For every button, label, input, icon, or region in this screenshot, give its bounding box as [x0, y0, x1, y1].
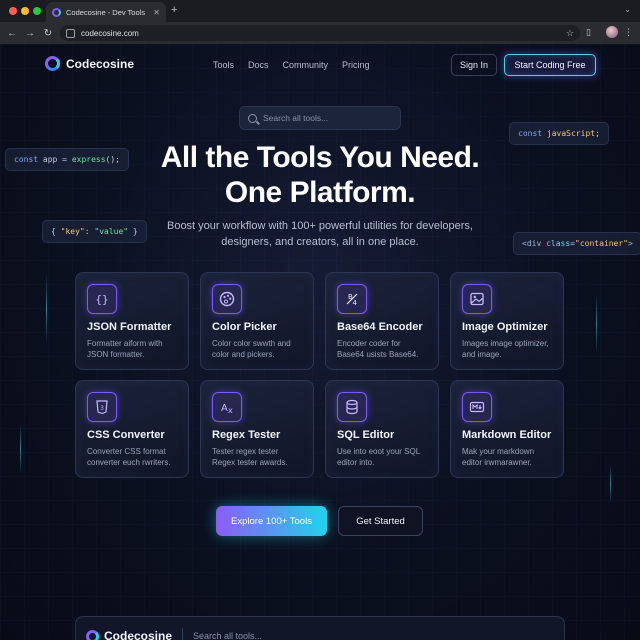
- markdown-icon: [462, 392, 492, 422]
- image-icon: [462, 284, 492, 314]
- brand-logo[interactable]: Codecosine: [45, 56, 134, 71]
- web-page: Codecosine Tools Docs Community Pricing …: [0, 44, 640, 640]
- new-tab-button[interactable]: +: [171, 4, 177, 16]
- tab-bar: Codecosine - Dev Tools ✕ + ⌄: [0, 0, 640, 22]
- glow-line: [610, 464, 611, 504]
- close-window-button[interactable]: [9, 7, 17, 15]
- tool-description: Images image optimizer, and image.: [462, 339, 549, 359]
- tool-title: CSS Converter: [87, 429, 165, 441]
- browser-tab[interactable]: Codecosine - Dev Tools ✕: [46, 2, 166, 22]
- browser-chrome: Codecosine - Dev Tools ✕ + ⌄ ← → ↻ codec…: [0, 0, 640, 44]
- search-input[interactable]: Search all tools...: [239, 106, 401, 130]
- footer-search-input[interactable]: Search all tools...: [193, 631, 262, 640]
- nav-link-docs[interactable]: Docs: [248, 60, 269, 70]
- tool-description: Mak your markdown editor irwmarawner.: [462, 447, 535, 467]
- svg-text:A: A: [221, 403, 228, 414]
- tool-description: Formatter aiform with JSON formatter.: [87, 339, 163, 359]
- glow-line: [46, 274, 47, 344]
- footer-brand-name: Codecosine: [104, 629, 173, 640]
- nav-link-tools[interactable]: Tools: [213, 60, 234, 70]
- code-snippet-json: { "key": "value" }: [42, 220, 147, 243]
- svg-text:4: 4: [353, 299, 358, 307]
- hero-title: All the Tools You Need. One Platform.: [0, 140, 640, 210]
- tab-search-chevron-icon[interactable]: ⌄: [624, 5, 631, 14]
- maximize-window-button[interactable]: [33, 7, 41, 15]
- tool-card-color-picker[interactable]: Color Picker Color color swwth and color…: [200, 272, 314, 370]
- menu-dots-icon[interactable]: ⋮: [624, 27, 633, 38]
- base64-icon: B4: [337, 284, 367, 314]
- svg-text:3: 3: [100, 405, 104, 412]
- glow-line: [596, 294, 597, 354]
- hero-title-line-1: All the Tools You Need.: [160, 141, 480, 174]
- bookmark-star-icon[interactable]: ☆: [566, 28, 574, 39]
- tools-grid: {} JSON Formatter Formatter aiform with …: [75, 272, 565, 478]
- regex-icon: Ax: [212, 392, 242, 422]
- tool-title: Color Picker: [212, 321, 277, 333]
- nav-link-community[interactable]: Community: [283, 60, 329, 70]
- tool-description: Tester regex tester Regex tester awards.: [212, 447, 288, 467]
- braces-icon: {}: [87, 284, 117, 314]
- hero-subtitle: Boost your workflow with 100+ powerful u…: [166, 220, 473, 248]
- tool-description: Use into eoot your SQL editor into.: [337, 447, 420, 467]
- sidebar-toggle-icon[interactable]: ▯: [586, 27, 591, 38]
- sign-in-button[interactable]: Sign In: [451, 54, 497, 76]
- url-text: codecosine.com: [81, 28, 139, 38]
- favicon-icon: [52, 7, 61, 17]
- tool-title: Markdown Editor: [462, 429, 552, 441]
- search-icon: [248, 113, 257, 123]
- forward-arrow-icon[interactable]: →: [21, 28, 39, 39]
- tool-card-css-converter[interactable]: 3 CSS Converter Converter CSS format con…: [75, 380, 189, 478]
- tab-title: Codecosine - Dev Tools: [66, 7, 146, 17]
- footer-bar: Codecosine Search all tools...: [75, 616, 565, 640]
- tool-card-regex-tester[interactable]: Ax Regex Tester Tester regex tester Rege…: [200, 380, 314, 478]
- get-started-button[interactable]: Get Started: [338, 506, 423, 536]
- minimize-window-button[interactable]: [21, 7, 29, 15]
- tool-description: Color color swwth and color and pickers.: [212, 339, 291, 359]
- tool-card-sql-editor[interactable]: SQL Editor Use into eoot your SQL editor…: [325, 380, 439, 478]
- hero-title-line-2: One Platform.: [224, 176, 416, 209]
- tool-description: Converter CSS format converter euch rwri…: [87, 447, 171, 467]
- glow-line: [20, 424, 21, 474]
- tool-title: Image Optimizer: [462, 321, 548, 333]
- logo-icon: [86, 629, 99, 640]
- css-icon: 3: [87, 392, 117, 422]
- tool-description: Encoder coder for Base64 usists Base64.: [337, 339, 419, 359]
- main-nav: Tools Docs Community Pricing: [213, 60, 370, 70]
- code-snippet-html: <div class="container">: [513, 232, 640, 255]
- database-icon: [337, 392, 367, 422]
- back-arrow-icon[interactable]: ←: [3, 28, 21, 39]
- svg-text:x: x: [228, 406, 233, 415]
- tool-card-json-formatter[interactable]: {} JSON Formatter Formatter aiform with …: [75, 272, 189, 370]
- footer-brand-logo[interactable]: Codecosine: [86, 629, 172, 640]
- logo-icon: [45, 56, 60, 71]
- tool-card-markdown-editor[interactable]: Markdown Editor Mak your markdown editor…: [450, 380, 564, 478]
- explore-tools-button[interactable]: Explore 100+ Tools: [216, 506, 327, 536]
- tool-card-image-optimizer[interactable]: Image Optimizer Images image optimizer, …: [450, 272, 564, 370]
- tool-title: SQL Editor: [337, 429, 395, 441]
- tool-title: JSON Formatter: [87, 321, 172, 333]
- reload-icon[interactable]: ↻: [39, 28, 57, 39]
- start-coding-free-button[interactable]: Start Coding Free: [504, 54, 596, 76]
- profile-avatar[interactable]: [606, 26, 618, 38]
- palette-icon: [212, 284, 242, 314]
- tool-card-base64-encoder[interactable]: B4 Base64 Encoder Encoder coder for Base…: [325, 272, 439, 370]
- site-info-icon[interactable]: [66, 28, 75, 38]
- tab-close-icon[interactable]: ✕: [153, 8, 160, 17]
- tool-title: Base64 Encoder: [337, 321, 423, 333]
- nav-link-pricing[interactable]: Pricing: [342, 60, 370, 70]
- divider: [182, 628, 184, 640]
- brand-name: Codecosine: [66, 56, 135, 71]
- browser-toolbar: ← → ↻ codecosine.com ☆ ▯ ⋮: [0, 22, 640, 44]
- address-bar[interactable]: codecosine.com ☆: [60, 25, 580, 41]
- svg-text:{}: {}: [95, 293, 108, 306]
- tool-title: Regex Tester: [212, 429, 281, 441]
- search-placeholder: Search all tools...: [263, 113, 329, 123]
